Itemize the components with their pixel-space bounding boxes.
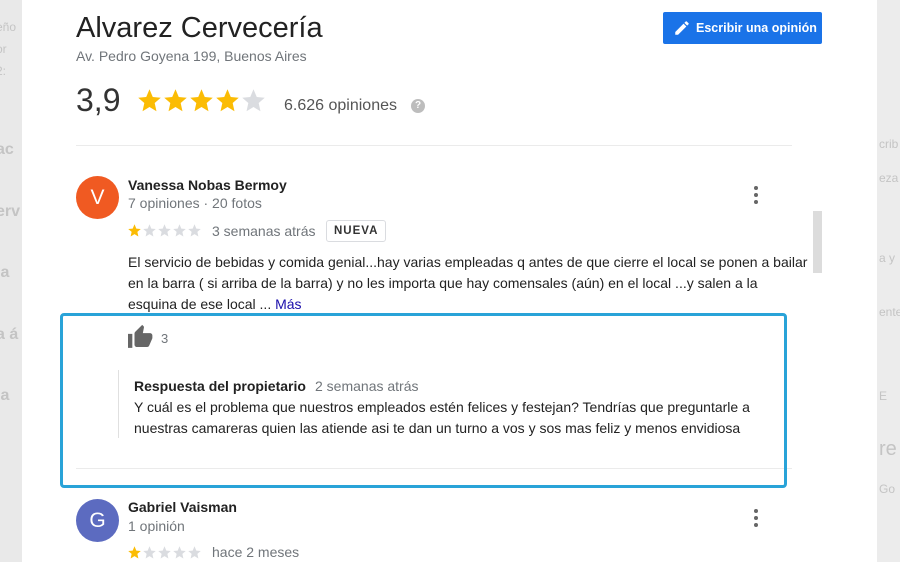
star-filled-icon (138, 89, 161, 112)
review-count[interactable]: 6.626 opiniones (284, 97, 397, 115)
bg-fragment: E (879, 389, 888, 403)
star-filled-icon (128, 224, 141, 237)
star-empty-icon (158, 546, 171, 559)
review-text: El servicio de bebidas y comida genial..… (128, 252, 808, 315)
review-date: hace 2 meses (212, 544, 300, 560)
owner-reply-title: Respuesta del propietario (134, 378, 306, 394)
bg-fragment: crib (879, 137, 899, 151)
review-body: El servicio de bebidas y comida genial..… (128, 254, 808, 312)
average-rating: 3,9 (76, 82, 121, 118)
rating-stars (136, 87, 266, 114)
bg-fragment: or (0, 42, 7, 56)
avatar[interactable]: G (76, 499, 119, 542)
bg-fragment: a y (879, 251, 896, 265)
bg-fragment: re (879, 438, 897, 460)
more-options-icon[interactable] (750, 509, 762, 527)
bg-fragment: ia (0, 264, 10, 281)
place-address: Av. Pedro Goyena 199, Buenos Aires (76, 48, 307, 64)
star-filled-icon (190, 89, 213, 112)
bg-fragment: eño (0, 20, 17, 34)
star-empty-icon (158, 224, 171, 237)
bg-fragment: a á (0, 326, 19, 343)
bg-fragment: ia (0, 387, 10, 404)
new-badge: NUEVA (326, 220, 387, 242)
scrollbar[interactable] (813, 211, 822, 273)
pencil-icon (675, 21, 689, 35)
star-empty-icon (143, 546, 156, 559)
review-stars (127, 223, 202, 238)
like-count: 3 (161, 331, 169, 346)
more-options-icon[interactable] (750, 186, 762, 204)
bg-fragment: ente (879, 305, 900, 319)
background-page-right: crib eza a y ente E re Go (877, 0, 900, 562)
bg-fragment: ac (0, 141, 14, 158)
star-empty-icon (242, 89, 265, 112)
bg-fragment: eza (879, 171, 899, 185)
owner-reply-date: 2 semanas atrás (315, 378, 419, 394)
owner-reply: Respuesta del propietario 2 semanas atrá… (118, 370, 778, 438)
star-empty-icon (173, 224, 186, 237)
reviewer-meta: 7 opiniones · 20 fotos (128, 195, 262, 211)
star-filled-icon (216, 89, 239, 112)
reviews-dialog: Alvarez Cervecería Av. Pedro Goyena 199,… (22, 0, 877, 562)
star-empty-icon (188, 224, 201, 237)
star-filled-icon (164, 89, 187, 112)
bg-fragment: Go (879, 482, 896, 496)
more-link[interactable]: Más (275, 296, 301, 312)
review-date: 3 semanas atrás (212, 223, 316, 239)
divider (76, 468, 792, 469)
bg-fragment: 2: (0, 64, 7, 78)
reviewer-name[interactable]: Gabriel Vaisman (128, 499, 237, 515)
divider (76, 145, 792, 146)
review-stars (127, 545, 202, 560)
star-filled-icon (128, 546, 141, 559)
avatar[interactable]: V (76, 176, 119, 219)
background-page-left: eño or 2: ac erv ia a á ia (0, 0, 22, 562)
place-title: Alvarez Cervecería (76, 12, 323, 44)
thumbs-up-icon[interactable] (128, 324, 154, 348)
help-icon[interactable]: ? (411, 99, 425, 113)
bg-fragment: erv (0, 203, 21, 220)
star-empty-icon (173, 546, 186, 559)
reviewer-meta: 1 opinión (128, 518, 185, 534)
write-review-button[interactable]: Escribir una opinión (663, 12, 822, 44)
star-empty-icon (143, 224, 156, 237)
owner-reply-text: Y cuál es el problema que nuestros emple… (134, 399, 750, 436)
write-review-label: Escribir una opinión (696, 21, 817, 35)
reviewer-name[interactable]: Vanessa Nobas Bermoy (128, 177, 287, 193)
star-empty-icon (188, 546, 201, 559)
